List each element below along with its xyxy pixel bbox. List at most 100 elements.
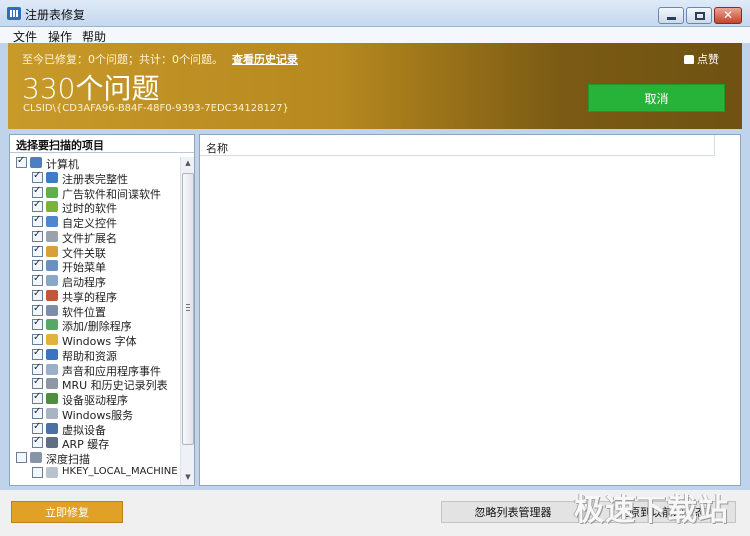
tree-item-checkbox[interactable] bbox=[32, 391, 43, 404]
ignore-list-button[interactable]: 忽略列表管理器 bbox=[441, 501, 585, 523]
tree-item[interactable]: 自定义控件 bbox=[10, 214, 178, 230]
tree-item-label: 软件位置 bbox=[62, 305, 106, 319]
tree-item[interactable]: 广告软件和间谍软件 bbox=[10, 185, 178, 201]
grip-icon bbox=[186, 304, 190, 311]
maximize-button[interactable] bbox=[686, 7, 712, 24]
tree-item-label: 设备驱动程序 bbox=[62, 394, 128, 407]
history-link[interactable]: 查看历史记录 bbox=[232, 51, 298, 67]
tree-item-label: Windows服务 bbox=[62, 408, 134, 422]
tree-item-label: 共享的程序 bbox=[62, 290, 117, 304]
tree-item-label: 添加/删除程序 bbox=[62, 320, 132, 334]
tree-item-checkbox[interactable] bbox=[32, 347, 43, 360]
file-assoc-icon bbox=[46, 245, 58, 257]
tree-item[interactable]: 文件扩展名 bbox=[10, 229, 178, 245]
registry-icon bbox=[46, 171, 58, 183]
tree-item-label: 文件扩展名 bbox=[62, 231, 117, 245]
tree-item[interactable]: 设备驱动程序 bbox=[10, 391, 178, 407]
add-remove-icon bbox=[46, 319, 58, 331]
software-location-icon bbox=[46, 304, 58, 316]
tree-item-checkbox[interactable] bbox=[32, 170, 43, 183]
current-scan-item: CLSID\{CD3AFA96-B84F-48F0-9393-7EDC34128… bbox=[23, 103, 289, 114]
tree-item-checkbox[interactable] bbox=[32, 244, 43, 257]
tree-item[interactable]: HKEY_LOCAL_MACHINE bbox=[10, 466, 178, 480]
tree-item-checkbox[interactable] bbox=[32, 185, 43, 198]
tree-item-checkbox[interactable] bbox=[32, 421, 43, 434]
scroll-thumb[interactable] bbox=[182, 173, 194, 445]
fix-now-button[interactable]: 立即修复 bbox=[11, 501, 123, 523]
tree-item[interactable]: ARP 缓存 bbox=[10, 435, 178, 451]
tree-item[interactable]: 帮助和资源 bbox=[10, 347, 178, 363]
tree-item[interactable]: 虚拟设备 bbox=[10, 421, 178, 437]
scan-items-header: 选择要扫描的项目 bbox=[10, 135, 194, 153]
tree-item-label: MRU 和历史记录列表 bbox=[62, 379, 168, 393]
deep-scan-icon bbox=[30, 452, 42, 463]
tree-item[interactable]: MRU 和历史记录列表 bbox=[10, 376, 178, 393]
tree-item-checkbox[interactable] bbox=[32, 435, 43, 449]
tree-item-checkbox[interactable] bbox=[32, 258, 43, 272]
scan-banner: 至今已修复：0个问题；共计：0个问题。 查看历史记录 点赞 330个问题 CLS… bbox=[8, 43, 742, 129]
driver-icon bbox=[46, 393, 58, 404]
window-title: 注册表修复 bbox=[25, 8, 86, 22]
tree-item[interactable]: 深度扫描 bbox=[10, 451, 178, 466]
tree-item-checkbox[interactable] bbox=[16, 452, 27, 463]
column-divider bbox=[714, 135, 715, 156]
tree-item[interactable]: 添加/删除程序 bbox=[10, 317, 178, 334]
tree-item-checkbox[interactable] bbox=[32, 376, 43, 390]
scroll-down-icon[interactable]: ▼ bbox=[183, 473, 193, 481]
start-menu-icon bbox=[46, 260, 58, 272]
tree-item-label: 广告软件和间谍软件 bbox=[62, 187, 161, 201]
tree-item-checkbox[interactable] bbox=[32, 303, 43, 316]
column-name[interactable]: 名称 bbox=[206, 140, 228, 156]
tree-item-label: 启动程序 bbox=[62, 276, 106, 289]
results-list[interactable]: 名称 bbox=[199, 134, 741, 486]
history-icon bbox=[46, 378, 58, 390]
tree-item[interactable]: 软件位置 bbox=[10, 303, 178, 319]
cancel-button[interactable]: 取消 bbox=[588, 84, 725, 112]
tree-item-checkbox[interactable] bbox=[32, 332, 43, 345]
close-button[interactable]: ✕ bbox=[714, 7, 742, 24]
hive-icon bbox=[46, 466, 58, 478]
app-icon bbox=[7, 7, 21, 20]
tree-item[interactable]: 声音和应用程序事件 bbox=[10, 362, 178, 378]
tree-item-checkbox[interactable] bbox=[32, 273, 43, 286]
fix-stats: 至今已修复：0个问题；共计：0个问题。 bbox=[22, 53, 223, 66]
tree-item-label: 文件关联 bbox=[62, 246, 106, 260]
tree-item[interactable]: 共享的程序 bbox=[10, 288, 178, 304]
tree-item-checkbox[interactable] bbox=[32, 466, 43, 478]
tree-item[interactable]: Windows 字体 bbox=[10, 332, 178, 348]
tree-item-checkbox[interactable] bbox=[32, 199, 43, 213]
tree-item-label: 计算机 bbox=[46, 158, 79, 171]
startup-icon bbox=[46, 275, 58, 286]
tree-item[interactable]: 开始菜单 bbox=[10, 258, 178, 274]
tree-item-checkbox[interactable] bbox=[32, 214, 43, 227]
thumbs-up-icon bbox=[684, 55, 694, 64]
font-icon bbox=[46, 334, 58, 345]
tree-item-checkbox[interactable] bbox=[32, 288, 43, 301]
scroll-up-icon[interactable]: ▲ bbox=[183, 159, 193, 167]
adware-icon bbox=[46, 186, 58, 198]
tree-item-checkbox[interactable] bbox=[32, 229, 43, 242]
results-column-header: 名称 bbox=[200, 135, 715, 156]
watermark-logo: 极速下载站 bbox=[574, 493, 729, 528]
tree-item-label: 声音和应用程序事件 bbox=[62, 364, 161, 378]
tree-item[interactable]: 计算机 bbox=[10, 155, 178, 171]
tree-item-label: 自定义控件 bbox=[62, 217, 117, 230]
tree-item-checkbox[interactable] bbox=[32, 362, 43, 375]
tree-scrollbar[interactable]: ▲ ▼ bbox=[180, 157, 194, 485]
tree-item-label: 帮助和资源 bbox=[62, 349, 117, 363]
like-label: 点赞 bbox=[697, 53, 719, 66]
tree-item-checkbox[interactable] bbox=[32, 406, 43, 419]
tree-item[interactable]: 注册表完整性 bbox=[10, 170, 178, 186]
controls-icon bbox=[46, 216, 58, 227]
tree-item-label: HKEY_LOCAL_MACHINE bbox=[62, 465, 178, 477]
help-icon bbox=[46, 348, 58, 360]
tree-item[interactable]: 文件关联 bbox=[10, 244, 178, 260]
tree-item-checkbox[interactable] bbox=[32, 317, 43, 331]
tree-item[interactable]: Windows服务 bbox=[10, 406, 178, 422]
like-button[interactable]: 点赞 bbox=[684, 51, 719, 67]
minimize-button[interactable] bbox=[658, 7, 684, 24]
tree-item-checkbox[interactable] bbox=[16, 155, 27, 168]
issue-count: 330个问题 bbox=[22, 72, 160, 105]
tree-item[interactable]: 启动程序 bbox=[10, 273, 178, 289]
tree-item[interactable]: 过时的软件 bbox=[10, 199, 178, 215]
